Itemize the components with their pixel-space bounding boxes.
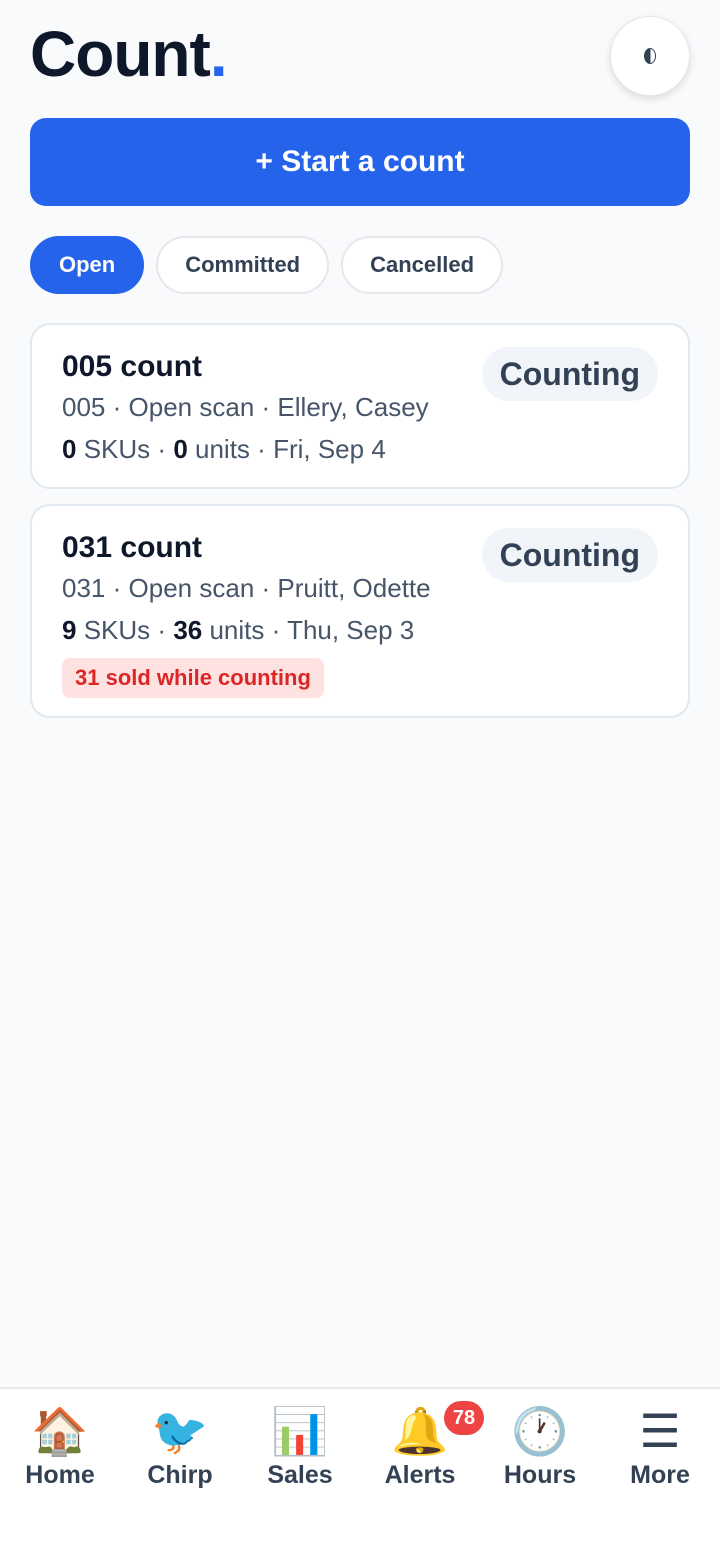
page-title-dot: .: [209, 18, 228, 90]
count-people: Ellery, Casey: [277, 392, 429, 422]
count-card[interactable]: 031 count 031 · Open scan · Pruitt, Odet…: [30, 504, 690, 718]
count-code: 005: [62, 392, 106, 422]
unit-label: units: [195, 434, 250, 464]
count-summary: 0 SKUs · 0 units · Fri, Sep 4: [62, 433, 658, 465]
sku-count: 0: [62, 434, 77, 464]
count-summary: 9 SKUs · 36 units · Thu, Sep 3: [62, 614, 658, 646]
count-date: Fri, Sep 4: [273, 434, 386, 464]
sku-label: SKUs: [83, 615, 151, 645]
separator: ·: [157, 615, 167, 645]
separator: ·: [261, 573, 271, 603]
count-people: Pruitt, Odette: [277, 573, 431, 603]
nav-chirp[interactable]: 🐦 Chirp: [120, 1389, 240, 1560]
nav-alerts[interactable]: 🔔 Alerts 78: [360, 1389, 484, 1560]
tab-cancelled[interactable]: Cancelled: [341, 236, 504, 294]
page-title: Count.: [30, 18, 228, 90]
tab-open[interactable]: Open: [30, 236, 145, 294]
nav-label: Chirp: [147, 1461, 213, 1489]
count-date: Thu, Sep 3: [287, 615, 415, 645]
status-badge: Counting: [481, 528, 658, 582]
count-code: 031: [62, 573, 106, 603]
separator: ·: [112, 573, 122, 603]
nav-sales[interactable]: 📊 Sales: [240, 1389, 360, 1560]
unit-count: 0: [173, 434, 188, 464]
nav-hours[interactable]: 🕐 Hours: [480, 1389, 600, 1560]
unit-count: 36: [173, 615, 203, 645]
start-count-button[interactable]: + Start a count: [30, 118, 690, 206]
nav-home[interactable]: 🏠 Home: [0, 1389, 120, 1560]
bird-icon: 🐦: [151, 1405, 209, 1457]
separator: ·: [257, 434, 266, 464]
tab-committed[interactable]: Committed: [156, 236, 330, 294]
half-moon-icon: [644, 48, 656, 64]
separator: ·: [112, 392, 122, 422]
status-badge: Counting: [481, 347, 658, 401]
unit-label: units: [209, 615, 265, 645]
count-scan-type: Open scan: [128, 392, 255, 422]
nav-label: Sales: [267, 1461, 333, 1489]
nav-label: Alerts: [384, 1461, 456, 1489]
nav-label: More: [630, 1461, 690, 1489]
separator: ·: [271, 615, 281, 645]
alerts-count-badge: 78: [444, 1401, 484, 1435]
status-filter-tabs: Open Committed Cancelled: [30, 236, 504, 294]
bottom-nav: 🏠 Home 🐦 Chirp 📊 Sales 🔔 Alerts 78 🕐 Hou…: [0, 1387, 720, 1560]
nav-label: Home: [25, 1461, 95, 1489]
bar-chart-icon: 📊: [271, 1405, 329, 1457]
count-card[interactable]: 005 count 005 · Open scan · Ellery, Case…: [30, 323, 690, 489]
separator: ·: [261, 392, 271, 422]
page-title-text: Count: [30, 18, 211, 90]
theme-toggle-button[interactable]: [610, 16, 690, 96]
nav-label: Hours: [503, 1461, 577, 1489]
sku-label: SKUs: [83, 434, 151, 464]
home-icon: 🏠: [31, 1405, 89, 1457]
count-scan-type: Open scan: [128, 573, 255, 603]
nav-more[interactable]: ☰ More: [600, 1389, 720, 1560]
sku-count: 9: [62, 615, 77, 645]
header: Count.: [30, 18, 228, 90]
separator: ·: [157, 434, 167, 464]
sold-while-counting-badge: 31 sold while counting: [62, 658, 324, 698]
clock-icon: 🕐: [511, 1405, 569, 1457]
menu-icon: ☰: [639, 1405, 681, 1457]
